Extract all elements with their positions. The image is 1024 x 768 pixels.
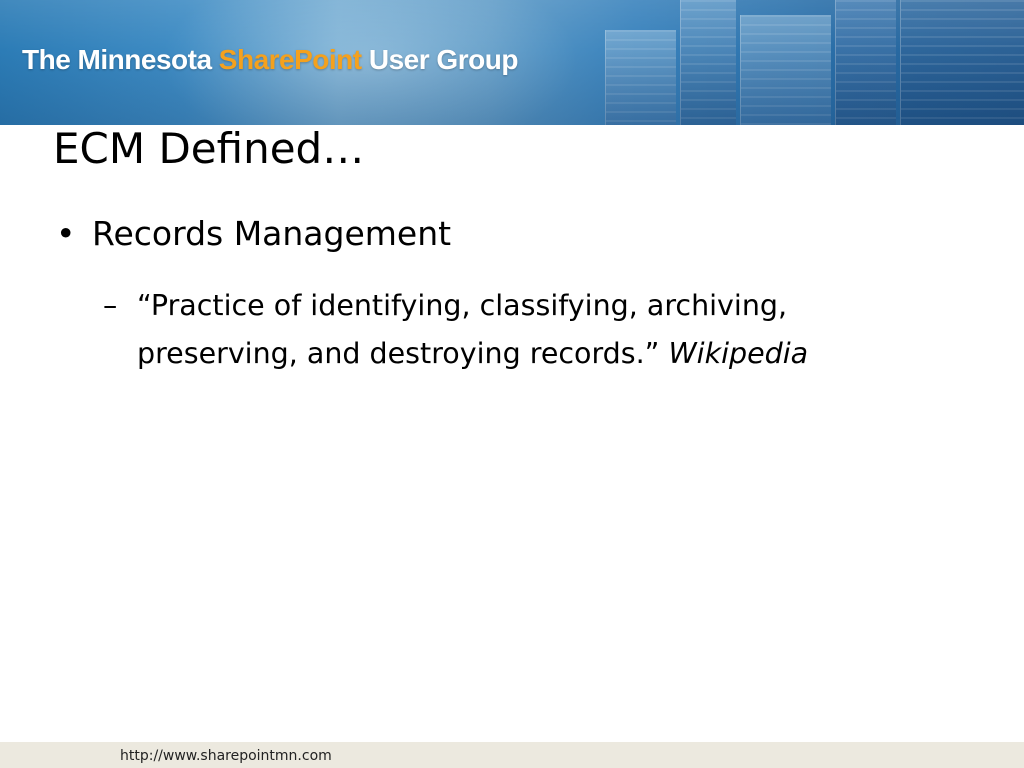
user-group-logo-text: The Minnesota SharePoint User Group: [22, 44, 518, 76]
logo-text-highlight: SharePoint: [218, 44, 362, 75]
footer-bar: http://www.sharepointmn.com: [0, 742, 1024, 768]
slide: The Minnesota SharePoint User Group ECM …: [0, 0, 1024, 768]
bullet-item: • Records Management: [56, 214, 451, 253]
sub-bullet-item: – “Practice of identifying, classifying,…: [103, 282, 923, 378]
bullet-text: Records Management: [92, 214, 452, 253]
slide-title: ECM Defined…: [53, 124, 365, 173]
logo-text-part2: User Group: [361, 44, 519, 75]
sub-bullet-text: “Practice of identifying, classifying, a…: [137, 282, 917, 378]
header-banner: The Minnesota SharePoint User Group: [0, 0, 1024, 125]
sub-bullet-marker: –: [103, 289, 118, 322]
bullet-marker: •: [56, 214, 76, 253]
footer-url[interactable]: http://www.sharepointmn.com: [120, 748, 332, 764]
citation-source: Wikipedia: [668, 337, 809, 370]
logo-text-part1: The Minnesota: [22, 44, 219, 75]
